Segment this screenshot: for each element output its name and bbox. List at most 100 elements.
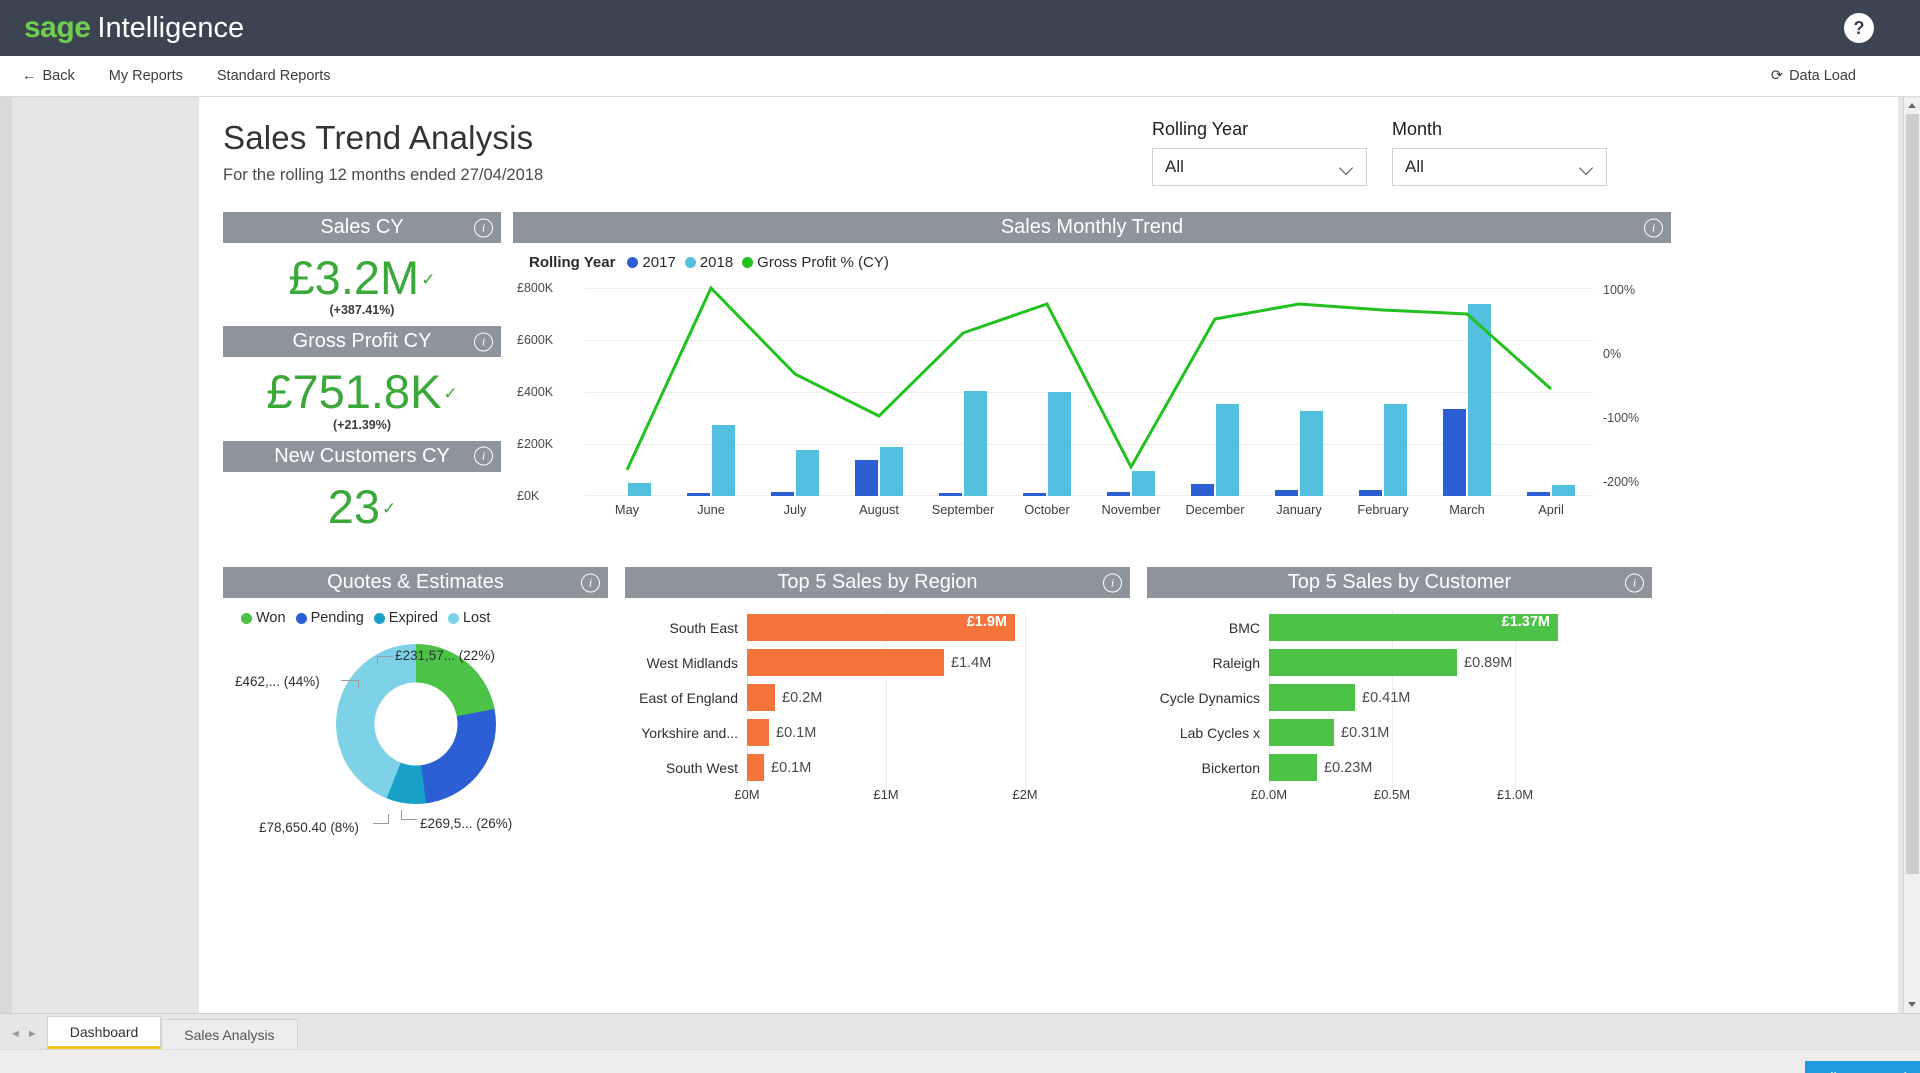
- legend-swatch-expired: [374, 613, 385, 624]
- y-tick: £600K: [517, 333, 553, 347]
- region-label: Yorkshire and...: [625, 725, 747, 741]
- region-track: £0.2M: [747, 680, 1130, 715]
- legend-item-2017[interactable]: 2017: [627, 254, 675, 271]
- x-tick: £1.0M: [1497, 787, 1533, 802]
- help-icon[interactable]: ?: [1844, 13, 1874, 43]
- filter-rolling-year-value: All: [1165, 157, 1184, 177]
- legend-label-pending: Pending: [311, 610, 364, 626]
- kpi-header-gross-profit-cy: Gross Profit CY i: [223, 326, 501, 357]
- x-tick-may: May: [585, 502, 669, 517]
- y2-tick: -100%: [1603, 411, 1639, 425]
- nav-item-my-reports[interactable]: My Reports: [109, 68, 183, 84]
- inline-manual-button[interactable]: Inline Manual: [1805, 1061, 1920, 1073]
- x-tick: £2M: [1012, 787, 1037, 802]
- sheet-tab-nav-arrows[interactable]: ◄ ►: [4, 1028, 47, 1049]
- legend-item-pending[interactable]: Pending: [296, 610, 364, 626]
- customer-row-lab-cycles[interactable]: Lab Cycles x £0.31M: [1147, 715, 1652, 750]
- customer-row-cycle-dynamics[interactable]: Cycle Dynamics £0.41M: [1147, 680, 1652, 715]
- customer-bar[interactable]: [1269, 684, 1355, 711]
- back-button[interactable]: ← Back: [22, 68, 75, 84]
- x-tick-january: January: [1257, 502, 1341, 517]
- kpi-body-gross-profit-cy: £751.8K ✓ (+21.39%): [223, 357, 501, 437]
- sheet-tab-sales-analysis[interactable]: Sales Analysis: [161, 1019, 297, 1049]
- y-tick: £200K: [517, 437, 553, 451]
- sheet-tab-dashboard[interactable]: Dashboard: [47, 1016, 162, 1049]
- x-tick: £1M: [873, 787, 898, 802]
- nav-item-standard-reports[interactable]: Standard Reports: [217, 68, 331, 84]
- customer-bar[interactable]: [1269, 754, 1317, 781]
- legend-item-expired[interactable]: Expired: [374, 610, 438, 626]
- legend-label-lost: Lost: [463, 610, 490, 626]
- kpi-value-new-customers-cy: 23 ✓: [328, 482, 397, 531]
- region-bar[interactable]: [747, 754, 764, 781]
- region-value: £0.2M: [782, 690, 822, 706]
- panel-top5-sales-by-customer: Top 5 Sales by Customer i BMC £1.37M: [1147, 567, 1652, 841]
- scroll-down-button[interactable]: [1904, 996, 1920, 1013]
- kpi-title-gross-profit-cy: Gross Profit CY: [293, 330, 432, 353]
- region-bar[interactable]: [747, 684, 775, 711]
- filter-rolling-year-select[interactable]: All: [1152, 148, 1367, 186]
- region-row-yorkshire[interactable]: Yorkshire and... £0.1M: [625, 715, 1130, 750]
- donut-legend: Won Pending Expired Lost: [223, 598, 608, 626]
- kpi-delta-gross-profit-cy: (+21.39%): [223, 418, 501, 432]
- legend-item-won[interactable]: Won: [241, 610, 286, 626]
- filter-bar: Rolling Year All Month All: [1152, 119, 1607, 186]
- trend-chart-legend: Rolling Year 2017 2018 Gross Profit % (C…: [513, 243, 1671, 271]
- info-icon[interactable]: i: [474, 447, 493, 466]
- chevron-down-icon: [1341, 163, 1354, 171]
- legend-item-lost[interactable]: Lost: [448, 610, 490, 626]
- vertical-scrollbar[interactable]: [1903, 97, 1920, 1013]
- info-icon[interactable]: i: [474, 332, 493, 351]
- logo-sage-text: sage: [24, 11, 90, 45]
- donut-chart[interactable]: [336, 644, 496, 804]
- region-bar[interactable]: £1.9M: [747, 614, 1015, 641]
- legend-item-2018[interactable]: 2018: [685, 254, 733, 271]
- customer-x-axis: £0.0M £0.5M £1.0M: [1147, 787, 1652, 805]
- customer-row-bmc[interactable]: BMC £1.37M: [1147, 610, 1652, 645]
- scrollbar-thumb[interactable]: [1906, 114, 1919, 874]
- kpi-header-sales-cy: Sales CY i: [223, 212, 501, 243]
- customer-track: £0.89M: [1269, 645, 1652, 680]
- region-bar[interactable]: [747, 649, 944, 676]
- info-icon[interactable]: i: [1625, 573, 1644, 592]
- filter-month-select[interactable]: All: [1392, 148, 1607, 186]
- info-icon[interactable]: i: [581, 573, 600, 592]
- region-value: £0.1M: [771, 760, 811, 776]
- bottom-panel-row: Quotes & Estimates i Won Pending Expired: [223, 567, 1874, 841]
- customer-row-bickerton[interactable]: Bickerton £0.23M: [1147, 750, 1652, 785]
- sage-intelligence-logo: sage Intelligence: [24, 11, 244, 45]
- refresh-icon: ⟳: [1771, 68, 1783, 84]
- region-row-south-west[interactable]: South West £0.1M: [625, 750, 1130, 785]
- data-load-button[interactable]: ⟳ Data Load: [1771, 68, 1856, 84]
- customer-bar[interactable]: [1269, 719, 1334, 746]
- info-icon[interactable]: i: [474, 218, 493, 237]
- customer-label: Raleigh: [1147, 655, 1269, 671]
- status-strip: [0, 1049, 1920, 1073]
- scroll-up-button[interactable]: [1904, 97, 1920, 114]
- info-icon[interactable]: i: [1103, 573, 1122, 592]
- customer-track: £1.37M: [1269, 610, 1652, 645]
- region-row-west-midlands[interactable]: West Midlands £1.4M: [625, 645, 1130, 680]
- x-tick-december: December: [1173, 502, 1257, 517]
- region-label: East of England: [625, 690, 747, 706]
- tab-next-icon[interactable]: ►: [27, 1028, 38, 1040]
- panel-title-top5-customer: Top 5 Sales by Customer: [1288, 571, 1511, 594]
- kpi-value-sales-cy: £3.2M ✓: [289, 253, 436, 302]
- region-row-east-of-england[interactable]: East of England £0.2M: [625, 680, 1130, 715]
- customer-bar[interactable]: [1269, 649, 1457, 676]
- x-tick: £0.5M: [1374, 787, 1410, 802]
- customer-row-raleigh[interactable]: Raleigh £0.89M: [1147, 645, 1652, 680]
- triangle-up-icon: [1908, 103, 1916, 108]
- x-tick-april: April: [1509, 502, 1593, 517]
- customer-bar[interactable]: £1.37M: [1269, 614, 1558, 641]
- legend-item-gross-profit[interactable]: Gross Profit % (CY): [742, 254, 889, 271]
- kpi-value-text: £3.2M: [289, 253, 420, 302]
- panel-quotes-estimates: Quotes & Estimates i Won Pending Expired: [223, 567, 608, 841]
- kpi-body-sales-cy: £3.2M ✓ (+387.41%): [223, 243, 501, 323]
- tab-prev-icon[interactable]: ◄: [10, 1028, 21, 1040]
- region-row-south-east[interactable]: South East £1.9M: [625, 610, 1130, 645]
- kpi-body-new-customers-cy: 23 ✓: [223, 472, 501, 537]
- x-tick: £0M: [734, 787, 759, 802]
- info-icon[interactable]: i: [1644, 218, 1663, 237]
- region-bar[interactable]: [747, 719, 769, 746]
